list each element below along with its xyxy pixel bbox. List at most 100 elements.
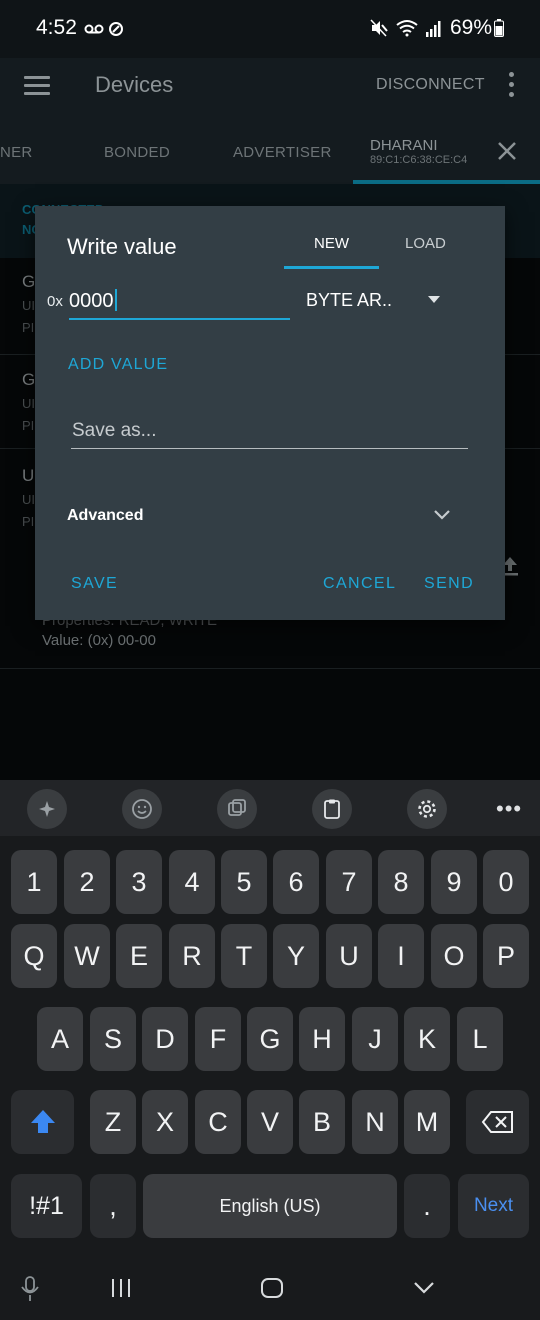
save-as-input[interactable]: Save as... bbox=[71, 416, 468, 449]
key-v[interactable]: V bbox=[247, 1090, 293, 1154]
key-d[interactable]: D bbox=[142, 1007, 188, 1071]
key-x[interactable]: X bbox=[142, 1090, 188, 1154]
symbols-key[interactable]: !#1 bbox=[11, 1174, 82, 1238]
key-b[interactable]: B bbox=[299, 1090, 345, 1154]
save-button[interactable]: SAVE bbox=[71, 575, 118, 593]
key-2[interactable]: 2 bbox=[64, 850, 110, 914]
tab-load[interactable]: LOAD bbox=[405, 235, 446, 252]
tab-device-mac: 89:C1:C6:38:CE:C4 bbox=[370, 154, 468, 166]
text-cursor bbox=[114, 289, 117, 311]
ai-sparkle-icon[interactable] bbox=[27, 789, 67, 829]
service-name[interactable]: G bbox=[22, 370, 35, 390]
comma-key[interactable]: , bbox=[90, 1174, 136, 1238]
shift-arrow-icon bbox=[30, 1110, 55, 1133]
home-icon[interactable] bbox=[260, 1277, 284, 1299]
key-i[interactable]: I bbox=[378, 924, 424, 988]
key-6[interactable]: 6 bbox=[273, 850, 319, 914]
key-h[interactable]: H bbox=[299, 1007, 345, 1071]
key-y[interactable]: Y bbox=[273, 924, 319, 988]
sticker-icon[interactable] bbox=[217, 789, 257, 829]
navigation-bar bbox=[0, 1256, 540, 1320]
divider bbox=[0, 668, 540, 669]
recent-apps-icon[interactable] bbox=[110, 1278, 132, 1298]
app-bar: Devices DISCONNECT bbox=[0, 58, 540, 118]
tab-new[interactable]: NEW bbox=[314, 235, 349, 252]
key-g[interactable]: G bbox=[247, 1007, 293, 1071]
battery-icon bbox=[494, 19, 504, 37]
back-chevron-icon[interactable] bbox=[413, 1280, 435, 1296]
period-key[interactable]: . bbox=[404, 1174, 450, 1238]
key-t[interactable]: T bbox=[221, 924, 267, 988]
key-j[interactable]: J bbox=[352, 1007, 398, 1071]
key-8[interactable]: 8 bbox=[378, 850, 424, 914]
value-type-select[interactable]: BYTE AR.. bbox=[306, 290, 392, 311]
app-title: Devices bbox=[95, 72, 174, 97]
clipboard-icon[interactable] bbox=[312, 789, 352, 829]
value-input[interactable]: 0000 bbox=[69, 286, 290, 320]
menu-icon[interactable] bbox=[24, 76, 50, 96]
key-l[interactable]: L bbox=[457, 1007, 503, 1071]
close-tab-icon[interactable] bbox=[496, 140, 518, 162]
microphone-icon[interactable] bbox=[20, 1276, 40, 1302]
service-name[interactable]: U bbox=[22, 466, 34, 486]
backspace-icon bbox=[481, 1111, 513, 1133]
hex-prefix: 0x bbox=[47, 293, 63, 310]
characteristic-value: Value: (0x) 00-00 bbox=[42, 632, 156, 649]
key-f[interactable]: F bbox=[195, 1007, 241, 1071]
signal-icon bbox=[425, 21, 441, 37]
service-type: PI bbox=[22, 514, 35, 529]
dropdown-arrow-icon[interactable] bbox=[428, 296, 440, 303]
write-value-dialog: Write value NEW LOAD 0x 0000 BYTE AR.. A… bbox=[35, 206, 505, 620]
chevron-down-icon[interactable] bbox=[432, 508, 452, 522]
service-uuid: UI bbox=[22, 396, 35, 411]
service-type: PI bbox=[22, 320, 35, 335]
key-u[interactable]: U bbox=[326, 924, 372, 988]
status-bar: 4:52 69% bbox=[0, 0, 540, 58]
more-options-icon[interactable]: ••• bbox=[496, 796, 522, 822]
advanced-toggle[interactable]: Advanced bbox=[67, 507, 143, 525]
key-5[interactable]: 5 bbox=[221, 850, 267, 914]
tab-advertiser[interactable]: ADVERTISER bbox=[233, 144, 332, 161]
service-name[interactable]: G bbox=[22, 272, 35, 292]
key-7[interactable]: 7 bbox=[326, 850, 372, 914]
service-uuid: UI bbox=[22, 298, 35, 313]
key-n[interactable]: N bbox=[352, 1090, 398, 1154]
key-4[interactable]: 4 bbox=[169, 850, 215, 914]
key-z[interactable]: Z bbox=[90, 1090, 136, 1154]
key-p[interactable]: P bbox=[483, 924, 529, 988]
add-value-button[interactable]: ADD VALUE bbox=[68, 356, 168, 374]
settings-icon[interactable] bbox=[407, 789, 447, 829]
key-k[interactable]: K bbox=[404, 1007, 450, 1071]
disconnect-button[interactable]: DISCONNECT bbox=[376, 76, 485, 94]
key-a[interactable]: A bbox=[37, 1007, 83, 1071]
key-s[interactable]: S bbox=[90, 1007, 136, 1071]
mute-icon bbox=[370, 19, 388, 37]
tab-device-name[interactable]: DHARANI bbox=[370, 137, 438, 154]
key-0[interactable]: 0 bbox=[483, 850, 529, 914]
space-key[interactable]: English (US) bbox=[143, 1174, 397, 1238]
key-9[interactable]: 9 bbox=[431, 850, 477, 914]
next-key[interactable]: Next bbox=[458, 1174, 529, 1238]
key-c[interactable]: C bbox=[195, 1090, 241, 1154]
dialog-title: Write value bbox=[67, 234, 177, 259]
tab-scanner[interactable]: NER bbox=[0, 144, 33, 161]
key-m[interactable]: M bbox=[404, 1090, 450, 1154]
key-r[interactable]: R bbox=[169, 924, 215, 988]
service-uuid: UI bbox=[22, 492, 35, 507]
emoji-icon[interactable] bbox=[122, 789, 162, 829]
more-options-icon[interactable] bbox=[505, 72, 517, 100]
battery-percent: 69% bbox=[449, 16, 492, 39]
send-button[interactable]: SEND bbox=[424, 575, 474, 593]
keyboard-toolbar: ••• bbox=[0, 780, 540, 836]
key-q[interactable]: Q bbox=[11, 924, 57, 988]
key-o[interactable]: O bbox=[431, 924, 477, 988]
tab-bonded[interactable]: BONDED bbox=[104, 144, 170, 161]
backspace-key[interactable] bbox=[466, 1090, 529, 1154]
key-e[interactable]: E bbox=[116, 924, 162, 988]
status-right: 69% bbox=[370, 16, 504, 40]
key-w[interactable]: W bbox=[64, 924, 110, 988]
key-3[interactable]: 3 bbox=[116, 850, 162, 914]
shift-key[interactable] bbox=[11, 1090, 74, 1154]
cancel-button[interactable]: CANCEL bbox=[323, 575, 396, 593]
key-1[interactable]: 1 bbox=[11, 850, 57, 914]
